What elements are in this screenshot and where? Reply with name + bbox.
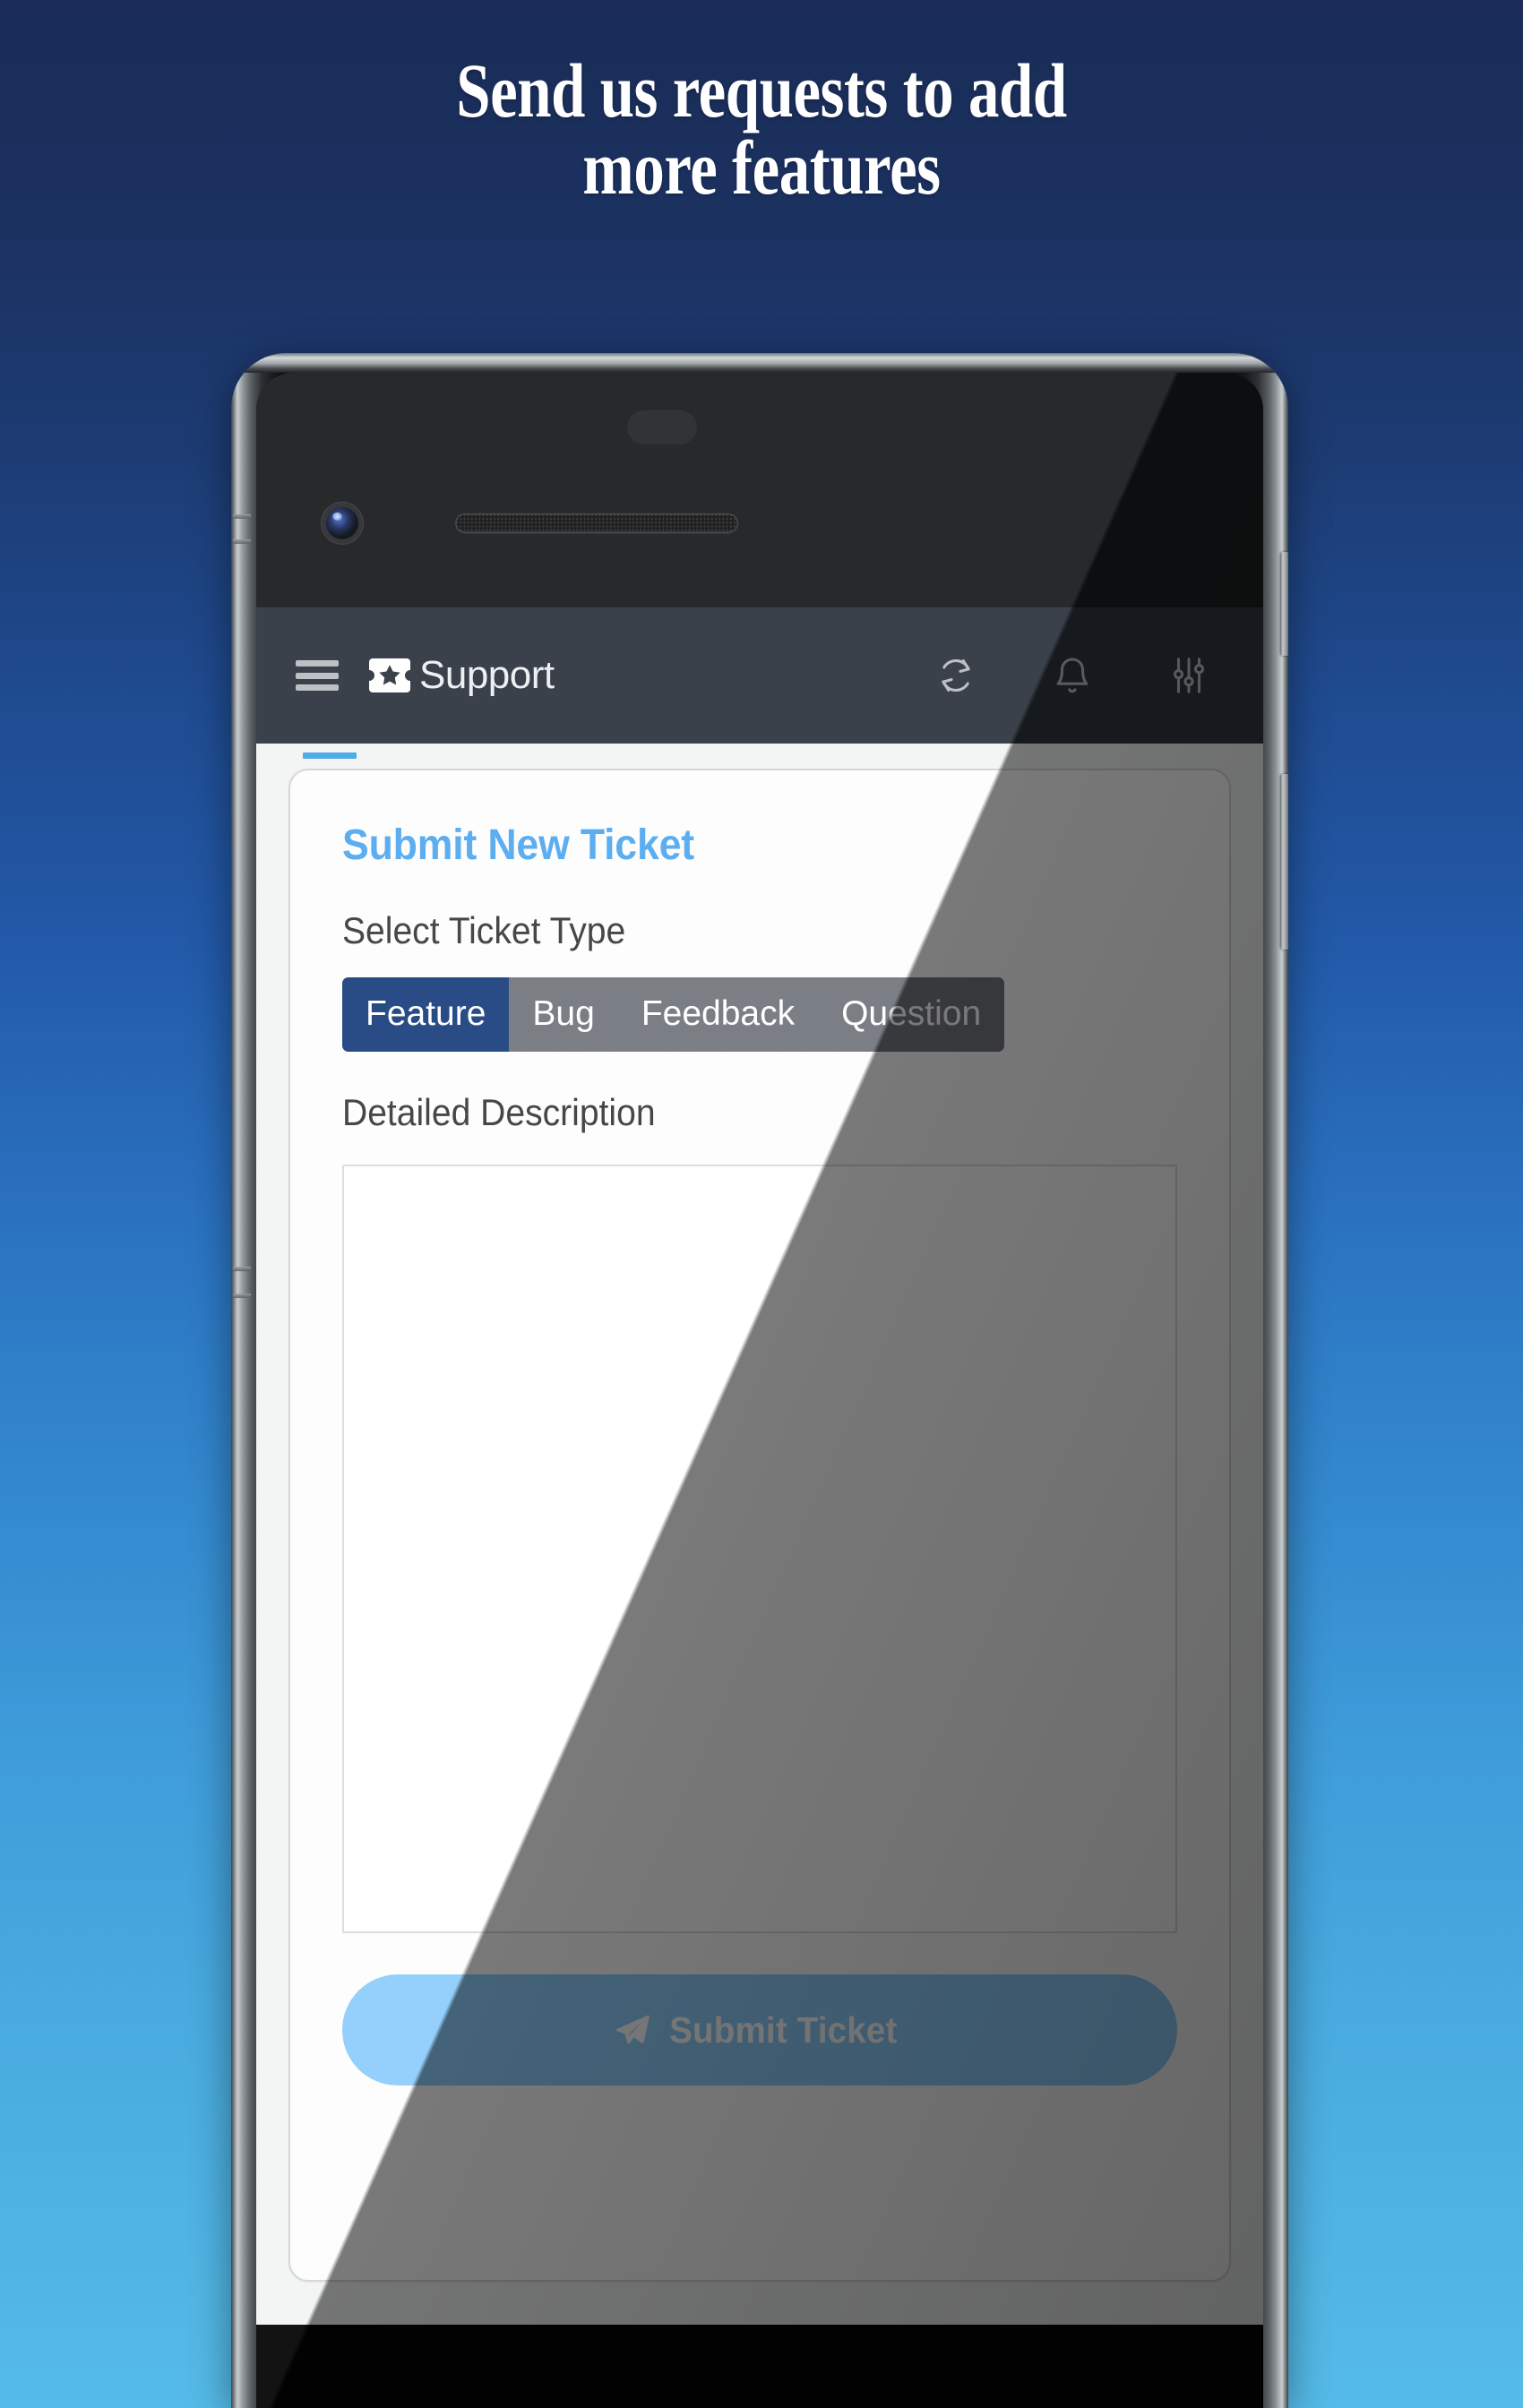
app-brand: Support bbox=[369, 653, 555, 698]
ticket-type-segmented-control[interactable]: Feature Bug Feedback Question bbox=[342, 977, 1005, 1052]
active-tab-indicator bbox=[303, 752, 357, 759]
phone-top-bezel bbox=[256, 373, 1263, 607]
earpiece-speaker-icon bbox=[455, 513, 738, 533]
paper-plane-icon bbox=[615, 2015, 650, 2044]
phone-screen-glass: Support Submit New Ticket Select Ticket … bbox=[256, 373, 1263, 2408]
segment-feature[interactable]: Feature bbox=[342, 977, 510, 1052]
submit-ticket-label: Submit Ticket bbox=[668, 2008, 898, 2051]
phone-mockup: Support Submit New Ticket Select Ticket … bbox=[231, 353, 1288, 2408]
app-bar: Support bbox=[256, 607, 1263, 744]
hamburger-menu-icon[interactable] bbox=[296, 660, 339, 691]
volume-button[interactable] bbox=[1280, 774, 1288, 950]
antenna-line bbox=[233, 539, 251, 544]
refresh-icon[interactable] bbox=[935, 655, 977, 696]
segment-bug[interactable]: Bug bbox=[509, 977, 618, 1052]
phone-bottom-bezel bbox=[256, 2325, 1263, 2408]
power-button[interactable] bbox=[1280, 552, 1288, 656]
front-camera-icon bbox=[326, 507, 358, 539]
segment-feedback[interactable]: Feedback bbox=[617, 977, 819, 1052]
ticket-star-icon bbox=[369, 658, 410, 692]
submit-ticket-button[interactable]: Submit Ticket bbox=[342, 1974, 1177, 2086]
description-label: Detailed Description bbox=[342, 1091, 656, 1133]
app-screen: Support Submit New Ticket Select Ticket … bbox=[256, 607, 1263, 2325]
sliders-icon[interactable] bbox=[1168, 655, 1209, 696]
app-title: Support bbox=[419, 653, 555, 697]
antenna-line bbox=[233, 1267, 251, 1271]
page-content: Submit New Ticket Select Ticket Type Fea… bbox=[256, 744, 1263, 2325]
antenna-line bbox=[233, 1294, 251, 1298]
segment-question[interactable]: Question bbox=[818, 977, 1005, 1052]
phone-frame: Support Submit New Ticket Select Ticket … bbox=[231, 353, 1288, 2408]
ticket-type-label: Select Ticket Type bbox=[342, 909, 626, 951]
antenna-line bbox=[233, 514, 251, 519]
promo-headline: Send us requests to add more features bbox=[456, 47, 1067, 211]
description-input[interactable] bbox=[342, 1165, 1177, 1933]
card-title: Submit New Ticket bbox=[342, 821, 694, 869]
bell-icon[interactable] bbox=[1052, 655, 1093, 696]
submit-ticket-card: Submit New Ticket Select Ticket Type Fea… bbox=[288, 769, 1231, 2282]
proximity-sensor-icon bbox=[627, 410, 697, 444]
app-bar-actions bbox=[935, 655, 1224, 696]
